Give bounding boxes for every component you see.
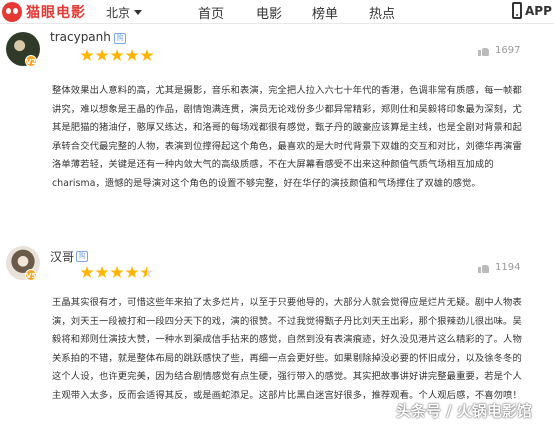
- city-label: 北京: [106, 6, 131, 20]
- top-navbar: 猫眼电影 北京 首页 电影 榜单 热点 APP: [0, 0, 554, 24]
- star-rating: [80, 49, 155, 62]
- app-download[interactable]: APP: [512, 2, 552, 19]
- star-icon: [110, 266, 124, 278]
- caret-down-icon: [134, 10, 143, 15]
- thumbs-up-icon: [478, 46, 489, 56]
- half-star-icon: [140, 266, 154, 278]
- cat-eye-logo-icon: [2, 2, 22, 22]
- star-icon: [95, 266, 109, 278]
- reviewer-name[interactable]: tracypanh: [50, 30, 111, 44]
- like-button[interactable]: 1194: [478, 262, 520, 273]
- phone-icon: [512, 2, 522, 19]
- star-icon: [125, 49, 139, 61]
- star-icon: [95, 49, 109, 61]
- like-count: 1194: [495, 262, 521, 273]
- nav-home[interactable]: 首页: [198, 3, 224, 22]
- nav-rankings[interactable]: 榜单: [312, 3, 338, 22]
- star-icon: [80, 266, 94, 278]
- star-icon: [140, 49, 154, 61]
- purchase-badge: 购: [114, 33, 126, 44]
- star-icon: [125, 266, 139, 278]
- like-count: 1697: [495, 45, 521, 56]
- star-rating: [80, 266, 155, 279]
- nav-hot[interactable]: 热点: [369, 3, 395, 22]
- star-icon: [80, 49, 94, 61]
- vip-level-badge: V5: [25, 269, 37, 281]
- review-text: 王晶其实很有才，可惜这些年来拍了太多烂片，以至于只要他导的，大部分人就会觉得应是…: [52, 297, 522, 401]
- maoyan-logo[interactable]: 猫眼电影: [2, 2, 86, 22]
- review-text: 整体效果出人意料的高，尤其是摄影，音乐和表演，完全把人拉入六七十年代的香港，色调…: [52, 85, 522, 189]
- logo-text: 猫眼电影: [26, 5, 86, 21]
- reviewer-name[interactable]: 汉哥: [50, 248, 74, 265]
- app-label: APP: [525, 3, 552, 18]
- like-button[interactable]: 1697: [478, 45, 520, 56]
- source-watermark: 头条号 / 火锅电影馆: [396, 402, 532, 420]
- nav-movies[interactable]: 电影: [256, 3, 282, 22]
- purchase-badge: 购: [76, 251, 88, 262]
- thumbs-up-icon: [478, 263, 489, 273]
- city-selector[interactable]: 北京: [106, 4, 143, 21]
- star-icon: [110, 49, 124, 61]
- vip-level-badge: V2: [25, 55, 37, 67]
